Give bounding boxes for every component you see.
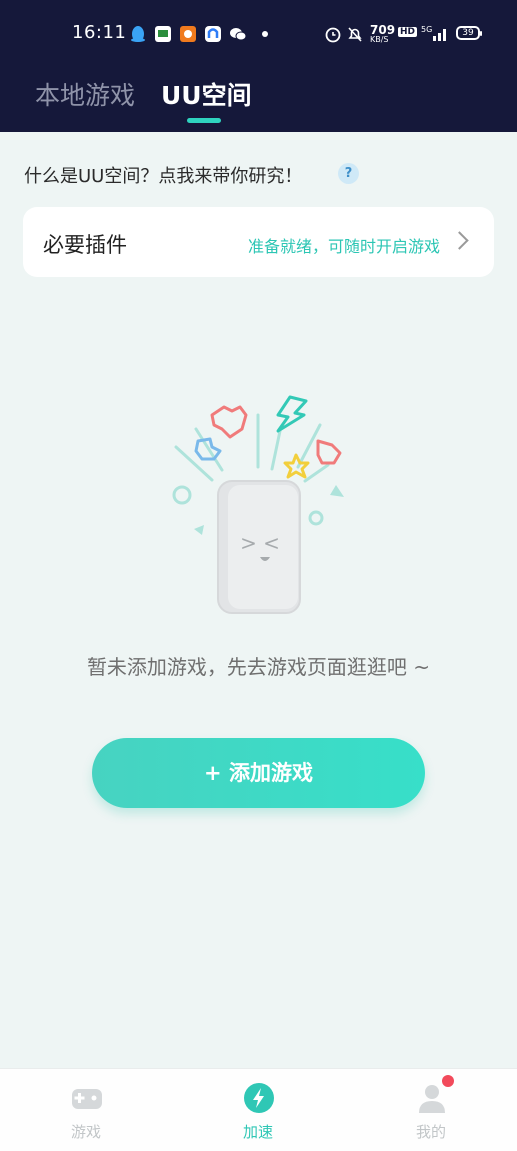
gamepad-icon [72, 1089, 102, 1109]
empty-state-message: 暂未添加游戏，先去游戏页面逛逛吧 ~ [86, 655, 431, 679]
what-is-uu-space-link[interactable]: 什么是UU空间？点我来带你研究！ [24, 162, 302, 188]
alarm-icon [325, 27, 341, 43]
battery-icon: 39 [456, 26, 482, 40]
hd-badge: HD [398, 27, 418, 37]
bottom-nav: 游戏 加速 我的 [0, 1068, 517, 1151]
app-notification-icon [180, 26, 196, 42]
tab-local-games[interactable]: 本地游戏 [35, 76, 135, 112]
add-game-button[interactable]: + 添加游戏 [92, 738, 425, 808]
nav-item-games[interactable]: 游戏 [26, 1069, 146, 1151]
plugin-card-title: 必要插件 [43, 233, 127, 257]
network-speed-unit: KB/S [370, 35, 389, 44]
phone-face: > < [240, 531, 280, 555]
status-bar: 16:11 709 KB/S HD 5G 39 [0, 0, 517, 68]
tab-uu-space[interactable]: UU空间 [161, 76, 252, 112]
help-icon[interactable]: ? [338, 163, 359, 184]
notification-dot [442, 1075, 454, 1087]
nav-label-boost: 加速 [242, 1123, 273, 1141]
battery-level: 39 [462, 28, 474, 38]
tab-indicator [187, 118, 221, 123]
header: 16:11 709 KB/S HD 5G 39 本地游戏 UU空间 [0, 0, 517, 132]
nav-label-games: 游戏 [70, 1123, 101, 1141]
wechat-icon [230, 28, 247, 41]
nav-item-boost[interactable]: 加速 [198, 1069, 318, 1151]
empty-phone-illustration: > < [172, 395, 344, 614]
status-time: 16:11 [72, 22, 127, 43]
chevron-right-icon [450, 231, 469, 250]
app-notification-icon [155, 26, 171, 42]
nav-item-mine[interactable]: 我的 [371, 1069, 491, 1151]
nav-label-mine: 我的 [415, 1123, 446, 1141]
more-dot-icon [262, 31, 268, 37]
app-notification-icon [205, 26, 221, 42]
silent-bell-icon [348, 27, 362, 42]
required-plugins-card[interactable]: 必要插件 准备就绪，可随时开启游戏 [23, 207, 494, 277]
lightning-icon [244, 1083, 274, 1113]
signal-icon [433, 29, 446, 41]
plugin-status: 准备就绪，可随时开启游戏 [247, 237, 440, 256]
qq-icon [131, 26, 145, 42]
